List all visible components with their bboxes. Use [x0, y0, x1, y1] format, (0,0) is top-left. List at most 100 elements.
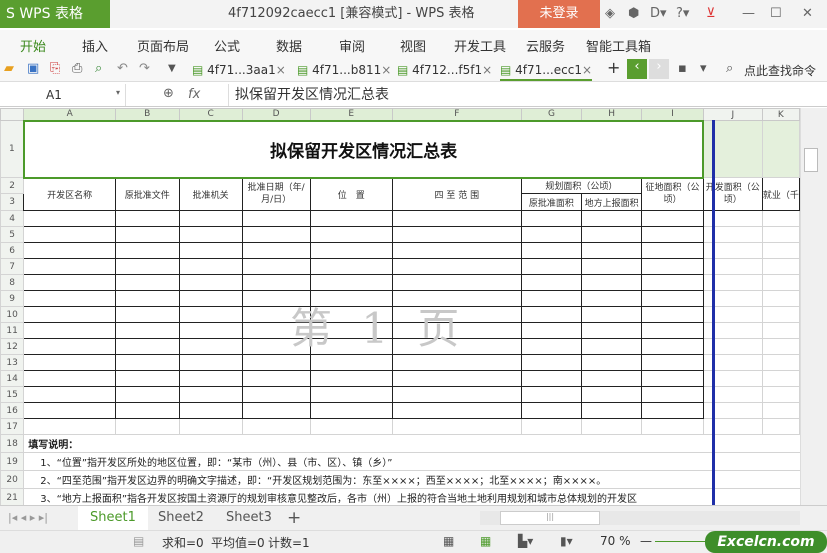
column-header[interactable]: E	[309, 108, 393, 121]
cell[interactable]	[641, 418, 704, 435]
row-header[interactable]: 8	[0, 274, 25, 291]
cell[interactable]	[309, 258, 393, 275]
cell[interactable]	[581, 322, 643, 339]
cell[interactable]	[309, 370, 393, 387]
insert-function-button[interactable]: fx	[188, 84, 200, 106]
cell[interactable]	[115, 386, 180, 403]
cell[interactable]	[761, 402, 800, 419]
page-break-view-icon[interactable]: ▦	[480, 534, 491, 548]
settings-icon[interactable]: ⬢	[628, 6, 639, 21]
cell[interactable]	[391, 370, 522, 387]
cell[interactable]	[23, 322, 117, 339]
row-header[interactable]: 4	[0, 210, 25, 227]
cell[interactable]	[391, 354, 522, 371]
header-cell[interactable]: 征地面积（公顷）	[641, 177, 704, 211]
menu-8[interactable]: 云服务	[526, 36, 565, 55]
cell[interactable]	[309, 226, 393, 243]
menu-5[interactable]: 审阅	[339, 36, 365, 55]
cell[interactable]	[761, 370, 800, 387]
header-cell[interactable]: 四 至 范 围	[391, 177, 522, 211]
column-header[interactable]: C	[178, 108, 243, 121]
cell[interactable]	[178, 258, 243, 275]
menu-1[interactable]: 插入	[82, 36, 108, 55]
cell[interactable]	[520, 386, 583, 403]
row-header[interactable]: 9	[0, 290, 25, 307]
row-header[interactable]: 18	[0, 434, 25, 453]
cell[interactable]	[641, 338, 704, 355]
cell[interactable]	[761, 354, 800, 371]
cell[interactable]	[520, 338, 583, 355]
cell[interactable]	[641, 242, 704, 259]
format-icon[interactable]: ▾	[700, 61, 707, 76]
row-header[interactable]: 3	[0, 193, 25, 211]
print-icon[interactable]: ⎙	[72, 61, 82, 76]
cell[interactable]	[309, 402, 393, 419]
cell[interactable]	[520, 274, 583, 291]
cell[interactable]	[241, 418, 311, 435]
command-search[interactable]: 点此查找命令	[744, 62, 816, 79]
document-tab[interactable]: ▤ 4f71...ecc1×	[500, 59, 593, 81]
cell[interactable]	[178, 354, 243, 371]
skin-icon[interactable]: ◈	[605, 6, 615, 21]
cell[interactable]	[641, 258, 704, 275]
cell[interactable]	[761, 338, 800, 355]
column-header[interactable]: D	[241, 108, 311, 121]
row-header[interactable]: 16	[0, 402, 25, 419]
cell[interactable]	[641, 402, 704, 419]
note-line[interactable]: 1、“位置”指开发区所处的地区位置，即：“某市（州）、县（市、区）、镇（乡）”	[23, 452, 800, 471]
horizontal-scroll-thumb[interactable]: |||	[500, 511, 600, 525]
cell[interactable]	[581, 274, 643, 291]
cell[interactable]	[391, 418, 522, 435]
column-header[interactable]: B	[115, 108, 180, 121]
close-tab-icon[interactable]: ×	[381, 63, 391, 77]
row-header[interactable]: 21	[0, 488, 25, 505]
eye-protection-icon[interactable]: ▮▾	[560, 534, 573, 548]
vertical-scroll-thumb[interactable]	[804, 148, 818, 172]
row-header[interactable]: 7	[0, 258, 25, 275]
cell[interactable]	[23, 258, 117, 275]
cell[interactable]	[23, 418, 117, 435]
cell[interactable]	[23, 306, 117, 323]
cell[interactable]	[241, 274, 311, 291]
cell[interactable]	[115, 322, 180, 339]
cell[interactable]	[520, 306, 583, 323]
cell[interactable]	[581, 370, 643, 387]
cell[interactable]	[309, 242, 393, 259]
cell[interactable]	[520, 354, 583, 371]
cell[interactable]	[241, 370, 311, 387]
cell[interactable]	[761, 306, 800, 323]
cell[interactable]	[391, 226, 522, 243]
name-box-dropdown-icon[interactable]: ▾	[116, 88, 120, 97]
document-tab[interactable]: ▤ 4f712...f5f1×	[397, 59, 492, 81]
cell[interactable]	[581, 258, 643, 275]
cell[interactable]	[641, 370, 704, 387]
cell[interactable]	[178, 322, 243, 339]
cell[interactable]	[178, 418, 243, 435]
cell[interactable]	[761, 258, 800, 275]
cell[interactable]	[581, 210, 643, 227]
select-all-corner[interactable]	[0, 108, 25, 121]
cell[interactable]	[178, 338, 243, 355]
cell[interactable]	[761, 386, 800, 403]
document-tab[interactable]: ▤ 4f71...3aa1×	[192, 59, 286, 81]
cell[interactable]	[178, 274, 243, 291]
cell[interactable]	[115, 306, 180, 323]
cell[interactable]	[309, 386, 393, 403]
close-tab-icon[interactable]: ×	[482, 63, 492, 77]
zoom-level[interactable]: 70 %	[600, 534, 631, 548]
cell[interactable]	[391, 242, 522, 259]
cell[interactable]	[581, 386, 643, 403]
column-header[interactable]: J	[702, 108, 763, 121]
sheet-nav-icon[interactable]: |◂ ◂ ▸ ▸|	[8, 511, 48, 524]
cell[interactable]	[641, 274, 704, 291]
help-icon[interactable]: ?▾	[676, 6, 689, 21]
document-tab[interactable]: ▤ 4f71...b811×	[297, 59, 391, 81]
header-cell[interactable]: 开发区名称	[23, 177, 117, 211]
header-cell[interactable]: 位 置	[309, 177, 393, 211]
zoom-slider[interactable]	[655, 541, 705, 542]
menu-2[interactable]: 页面布局	[137, 36, 189, 55]
row-header[interactable]: 13	[0, 354, 25, 371]
row-header[interactable]: 1	[0, 120, 25, 178]
row-header[interactable]: 11	[0, 322, 25, 339]
reading-view-icon[interactable]: ▙▾	[518, 534, 533, 548]
